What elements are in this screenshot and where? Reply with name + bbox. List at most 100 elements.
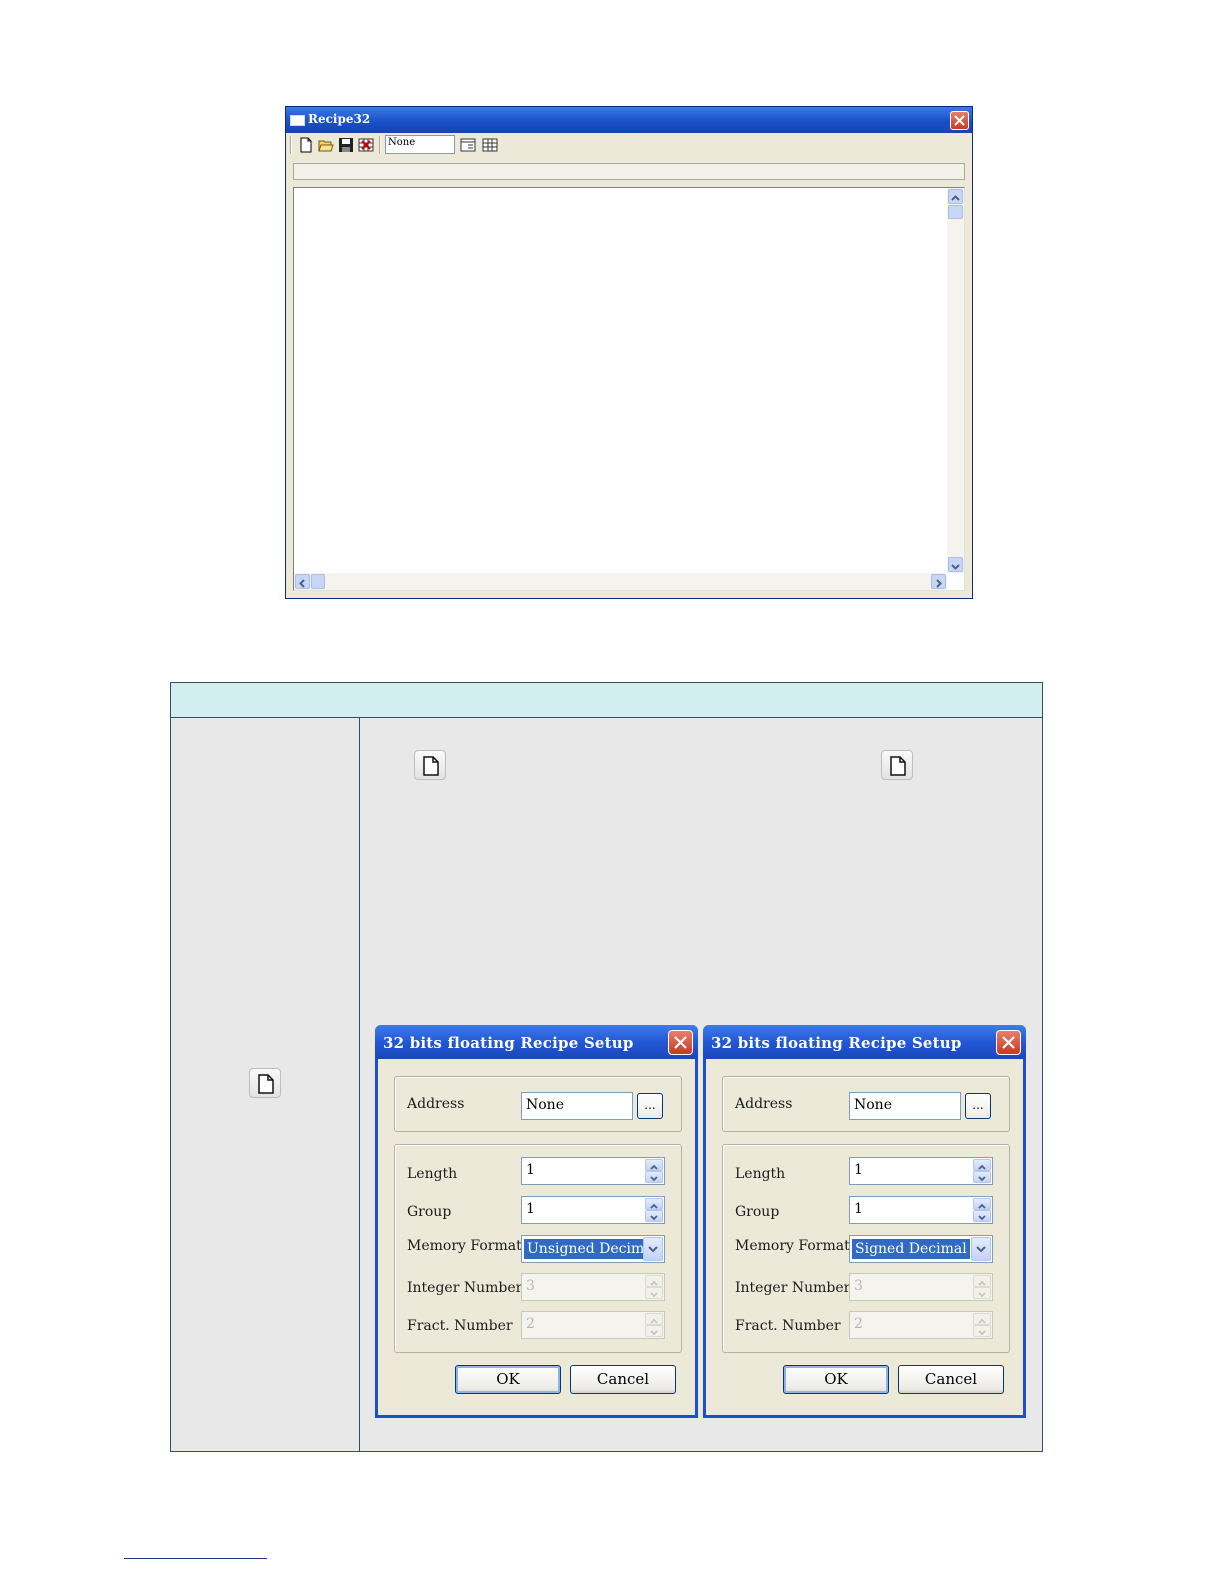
fract-number-spinner: [644, 1312, 664, 1338]
fract-number-value: 2: [854, 1316, 863, 1332]
column-divider: [359, 717, 360, 1451]
new-file-button: [414, 750, 446, 780]
dialog-title: 32 bits floating Recipe Setup: [711, 1034, 962, 1052]
table-header: [171, 683, 1042, 718]
horizontal-scroll-thumb[interactable]: [311, 574, 325, 589]
integer-number-label: Integer Number: [735, 1280, 851, 1296]
delete-table-icon[interactable]: [358, 137, 374, 153]
length-value: 1: [854, 1162, 863, 1178]
toolbar-separator: [290, 136, 292, 154]
group-label: Group: [407, 1204, 452, 1220]
spin-up-button: [973, 1275, 991, 1287]
chevron-down-icon: [978, 1292, 986, 1298]
group-value: 1: [526, 1201, 535, 1217]
scroll-right-button[interactable]: [931, 574, 946, 589]
new-file-button: [249, 1068, 281, 1098]
horizontal-scrollbar[interactable]: [294, 573, 947, 590]
integer-number-value: 3: [526, 1278, 535, 1294]
save-icon[interactable]: [338, 137, 354, 153]
new-file-icon: [890, 756, 906, 776]
recipe-table-area[interactable]: [293, 187, 965, 591]
group-stepper[interactable]: 1: [849, 1196, 993, 1224]
recipe-setup-dialog-unsigned: 32 bits floating Recipe Setup Address No…: [375, 1025, 698, 1418]
group-stepper[interactable]: 1: [521, 1196, 665, 1224]
fract-number-value: 2: [526, 1316, 535, 1332]
fract-number-spinner: [972, 1312, 992, 1338]
chevron-down-icon: [650, 1292, 658, 1298]
spin-up-button[interactable]: [645, 1198, 663, 1210]
spin-down-button[interactable]: [973, 1171, 991, 1183]
close-icon: [954, 115, 965, 126]
dialog-close-button[interactable]: [668, 1030, 693, 1055]
group-spinner[interactable]: [972, 1197, 992, 1223]
spin-down-button: [973, 1287, 991, 1299]
vertical-scrollbar[interactable]: [947, 188, 964, 573]
length-label: Length: [407, 1166, 458, 1182]
spin-down-button[interactable]: [973, 1210, 991, 1222]
close-button[interactable]: [950, 111, 969, 130]
ok-button[interactable]: OK: [783, 1365, 889, 1394]
memory-format-select[interactable]: Unsigned Decimal: [521, 1235, 665, 1263]
dialog-title-bar[interactable]: 32 bits floating Recipe Setup: [703, 1025, 1026, 1059]
grid-icon[interactable]: [482, 137, 498, 153]
chevron-down-icon: [978, 1215, 986, 1221]
new-file-icon[interactable]: [298, 137, 314, 153]
chevron-down-icon: [650, 1215, 658, 1221]
fract-number-stepper: 2: [521, 1311, 665, 1339]
chevron-right-icon: [936, 579, 942, 588]
address-label: Address: [407, 1096, 465, 1112]
memory-format-dropdown-button[interactable]: [643, 1237, 663, 1261]
open-folder-icon[interactable]: [318, 137, 334, 153]
table-options-icon[interactable]: [460, 137, 476, 153]
memory-format-value: Unsigned Decimal: [522, 1238, 662, 1260]
dialog-close-button[interactable]: [996, 1030, 1021, 1055]
vertical-scroll-thumb[interactable]: [948, 205, 963, 219]
group-value: 1: [854, 1201, 863, 1217]
spin-down-button: [645, 1325, 663, 1337]
spin-up-button[interactable]: [973, 1159, 991, 1171]
spin-down-button: [973, 1325, 991, 1337]
spin-up-button: [973, 1313, 991, 1325]
close-icon: [1002, 1036, 1015, 1049]
cancel-button[interactable]: Cancel: [570, 1365, 676, 1394]
spin-up-button[interactable]: [973, 1198, 991, 1210]
spin-down-button[interactable]: [645, 1171, 663, 1183]
address-field[interactable]: None: [521, 1092, 633, 1120]
new-file-icon: [423, 756, 439, 776]
length-stepper[interactable]: 1: [521, 1157, 665, 1185]
integer-number-stepper: 3: [849, 1273, 993, 1301]
dialog-title-bar[interactable]: 32 bits floating Recipe Setup: [375, 1025, 698, 1059]
chevron-up-icon: [951, 195, 960, 201]
length-stepper[interactable]: 1: [849, 1157, 993, 1185]
browse-address-button[interactable]: ...: [637, 1093, 663, 1119]
memory-format-select[interactable]: Signed Decimal: [849, 1235, 993, 1263]
spin-down-button[interactable]: [645, 1210, 663, 1222]
address-field[interactable]: None: [849, 1092, 961, 1120]
scroll-down-button[interactable]: [948, 557, 963, 572]
length-spinner[interactable]: [972, 1158, 992, 1184]
address-field[interactable]: None: [385, 135, 455, 154]
chevron-down-icon: [976, 1246, 986, 1253]
browse-address-button[interactable]: ...: [965, 1093, 991, 1119]
chevron-down-icon: [951, 564, 960, 570]
chevron-down-icon: [650, 1176, 658, 1182]
cancel-button[interactable]: Cancel: [898, 1365, 1004, 1394]
integer-number-label: Integer Number: [407, 1280, 523, 1296]
fract-number-label: Fract. Number: [735, 1318, 841, 1334]
chevron-left-icon: [299, 579, 305, 588]
spin-up-button[interactable]: [645, 1159, 663, 1171]
memory-format-label: Memory Format: [407, 1238, 522, 1254]
scroll-left-button[interactable]: [295, 574, 310, 589]
length-spinner[interactable]: [644, 1158, 664, 1184]
recipe-setup-dialog-signed: 32 bits floating Recipe Setup Address No…: [703, 1025, 1026, 1418]
memory-format-dropdown-button[interactable]: [971, 1237, 991, 1261]
recipe32-window: Recipe32 None: [285, 106, 973, 599]
new-file-icon: [258, 1074, 274, 1094]
group-spinner[interactable]: [644, 1197, 664, 1223]
integer-number-stepper: 3: [521, 1273, 665, 1301]
ok-button[interactable]: OK: [455, 1365, 561, 1394]
length-value: 1: [526, 1162, 535, 1178]
close-icon: [674, 1036, 687, 1049]
scroll-up-button[interactable]: [948, 189, 963, 204]
window-title-bar[interactable]: Recipe32: [286, 107, 972, 133]
